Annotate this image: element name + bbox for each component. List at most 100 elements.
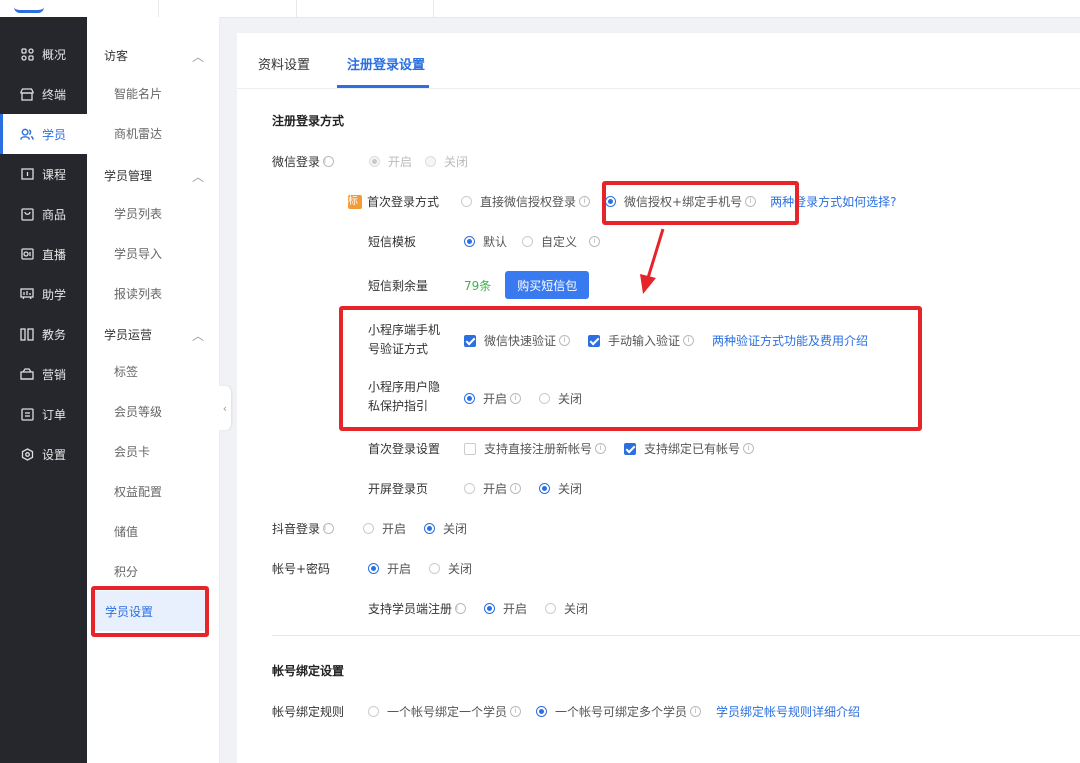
subnav-group-label: 学员管理 — [104, 169, 153, 183]
collapse-sidebar-button[interactable]: ‹ — [219, 386, 231, 430]
subnav-item-member-level[interactable]: 会员等级 — [114, 403, 162, 420]
section-divider — [272, 635, 1080, 636]
subnav-item-stored-value[interactable]: 储值 — [114, 523, 138, 540]
splash-off-option[interactable]: 关闭 — [539, 480, 582, 497]
option-label: 一个帐号绑定一个学员 — [387, 705, 508, 719]
nav-item-students[interactable]: 学员 — [0, 114, 87, 154]
nav-item-marketing[interactable]: 营销 — [0, 354, 87, 394]
option-label: 关闭 — [564, 602, 589, 616]
wechat-login-label: 微信登录 — [272, 155, 321, 169]
nav-label: 概况 — [42, 47, 67, 62]
highlight-box-first-login — [602, 181, 799, 225]
buy-sms-button[interactable]: 购买短信包 — [505, 271, 590, 299]
subnav-item-radar[interactable]: 商机雷达 — [114, 125, 162, 142]
marketing-icon — [20, 367, 34, 381]
subnav-item-benefits[interactable]: 权益配置 — [114, 483, 162, 500]
register-on-option[interactable]: 开启 — [484, 600, 527, 617]
option-label: 支持绑定已有帐号 — [644, 442, 741, 456]
douyin-off-option[interactable]: 关闭 — [424, 520, 467, 537]
subnav-group-manage[interactable]: 学员管理 ︿ — [104, 167, 204, 184]
binding-rule-row: 帐号绑定规则 一个帐号绑定一个学员 i 一个帐号可绑定多个学员 i 学员绑定帐号规则… — [272, 703, 860, 720]
nav-item-overview[interactable]: 概况 — [0, 34, 87, 74]
radio — [464, 236, 475, 247]
option-label: 一个帐号可绑定多个学员 — [555, 705, 688, 719]
radio — [424, 523, 436, 534]
nav-item-academic[interactable]: 教务 — [0, 314, 87, 354]
nav-label: 教务 — [42, 327, 67, 342]
option-label: 关闭 — [443, 522, 468, 536]
nav-item-settings[interactable]: 设置 — [0, 434, 87, 474]
top-tab-3[interactable] — [296, 0, 434, 17]
subnav-item-card[interactable]: 智能名片 — [114, 85, 162, 102]
nav-item-course[interactable]: 课程 — [0, 154, 87, 194]
sms-default-option[interactable]: 默认 — [464, 233, 507, 250]
info-icon: i — [690, 706, 702, 717]
account-off-option[interactable]: 关闭 — [429, 560, 472, 577]
nav-label: 学员 — [42, 127, 67, 142]
info-icon: i — [323, 156, 335, 167]
splash-on-option[interactable]: 开启 i — [464, 480, 522, 497]
top-bar — [0, 0, 1080, 18]
top-tab-2[interactable] — [158, 0, 297, 17]
top-tab-1[interactable] — [0, 0, 159, 17]
option-label: 直接微信授权登录 — [480, 195, 577, 209]
nav-item-assist[interactable]: 助学 — [0, 274, 87, 314]
sms-remain-label: 短信剩余量 — [368, 278, 429, 293]
douyin-row: 抖音登录 i 开启 关闭 — [272, 520, 467, 537]
tag-badge: 标 — [348, 194, 362, 209]
first-login-label: 首次登录方式 — [367, 195, 440, 209]
binding-rule-label: 帐号绑定规则 — [272, 705, 345, 719]
subnav-group-visitor[interactable]: 访客 ︿ — [104, 47, 204, 64]
tab-login-settings[interactable]: 注册登录设置 — [347, 54, 425, 73]
register-off-option[interactable]: 关闭 — [545, 600, 588, 617]
option-label: 开启 — [483, 482, 508, 496]
splash-label: 开屏登录页 — [368, 482, 429, 496]
section-title-binding: 帐号绑定设置 — [272, 664, 345, 678]
nav-label: 设置 — [42, 447, 67, 462]
subnav-item-points[interactable]: 积分 — [114, 563, 138, 580]
subnav-group-ops[interactable]: 学员运营 ︿ — [104, 326, 204, 343]
nav-label: 直播 — [42, 247, 67, 262]
live-icon — [20, 247, 34, 261]
subnav-item-student-list[interactable]: 学员列表 — [114, 205, 162, 222]
assist-icon — [20, 287, 34, 301]
first-login-wechat-option[interactable]: 直接微信授权登录 i — [461, 193, 591, 210]
sms-template-label: 短信模板 — [368, 235, 417, 249]
info-icon: i — [455, 603, 467, 614]
bind-existing-option[interactable]: 支持绑定已有帐号 i — [624, 440, 755, 457]
account-row: 帐号+密码 开启 关闭 — [272, 560, 472, 577]
subnav-group-label: 学员运营 — [104, 328, 153, 342]
binding-rule-help-link[interactable]: 学员绑定帐号规则详细介绍 — [716, 703, 860, 720]
option-label: 关闭 — [448, 562, 473, 576]
subnav-item-student-import[interactable]: 学员导入 — [114, 245, 162, 262]
radio — [461, 196, 473, 207]
one-to-many-option[interactable]: 一个帐号可绑定多个学员 i — [536, 703, 702, 720]
store-icon — [20, 87, 34, 101]
tab-profile-settings[interactable]: 资料设置 — [258, 54, 310, 73]
first-settings-row: 首次登录设置 支持直接注册新帐号 i 支持绑定已有帐号 i — [368, 440, 755, 457]
sms-custom-option[interactable]: 自定义 i — [522, 233, 601, 250]
subnav-item-member-card[interactable]: 会员卡 — [114, 443, 150, 460]
radio — [484, 603, 496, 614]
nav-item-goods[interactable]: 商品 — [0, 194, 87, 234]
chevron-up-icon: ︿ — [191, 329, 204, 343]
account-on-option[interactable]: 开启 — [368, 560, 411, 577]
option-label: 开启 — [387, 562, 412, 576]
sms-template-row: 短信模板 默认 自定义 i — [368, 233, 601, 250]
wechat-on-option[interactable]: 开启 — [369, 153, 412, 170]
wechat-off-option[interactable]: 关闭 — [425, 153, 468, 170]
subnav-item-tags[interactable]: 标签 — [114, 363, 138, 380]
register-new-option[interactable]: 支持直接注册新帐号 i — [464, 440, 607, 457]
info-icon: i — [589, 236, 601, 247]
one-to-one-option[interactable]: 一个帐号绑定一个学员 i — [368, 703, 522, 720]
radio — [363, 523, 375, 534]
nav-label: 课程 — [42, 167, 67, 182]
subnav-item-enroll-list[interactable]: 报读列表 — [114, 285, 162, 302]
nav-item-order[interactable]: 订单 — [0, 394, 87, 434]
wechat-login-row: 微信登录 i 开启 关闭 — [272, 153, 468, 170]
info-icon: i — [579, 196, 591, 207]
nav-item-terminal[interactable]: 终端 — [0, 74, 87, 114]
checkbox — [624, 442, 637, 455]
douyin-on-option[interactable]: 开启 — [363, 520, 406, 537]
nav-item-live[interactable]: 直播 — [0, 234, 87, 274]
